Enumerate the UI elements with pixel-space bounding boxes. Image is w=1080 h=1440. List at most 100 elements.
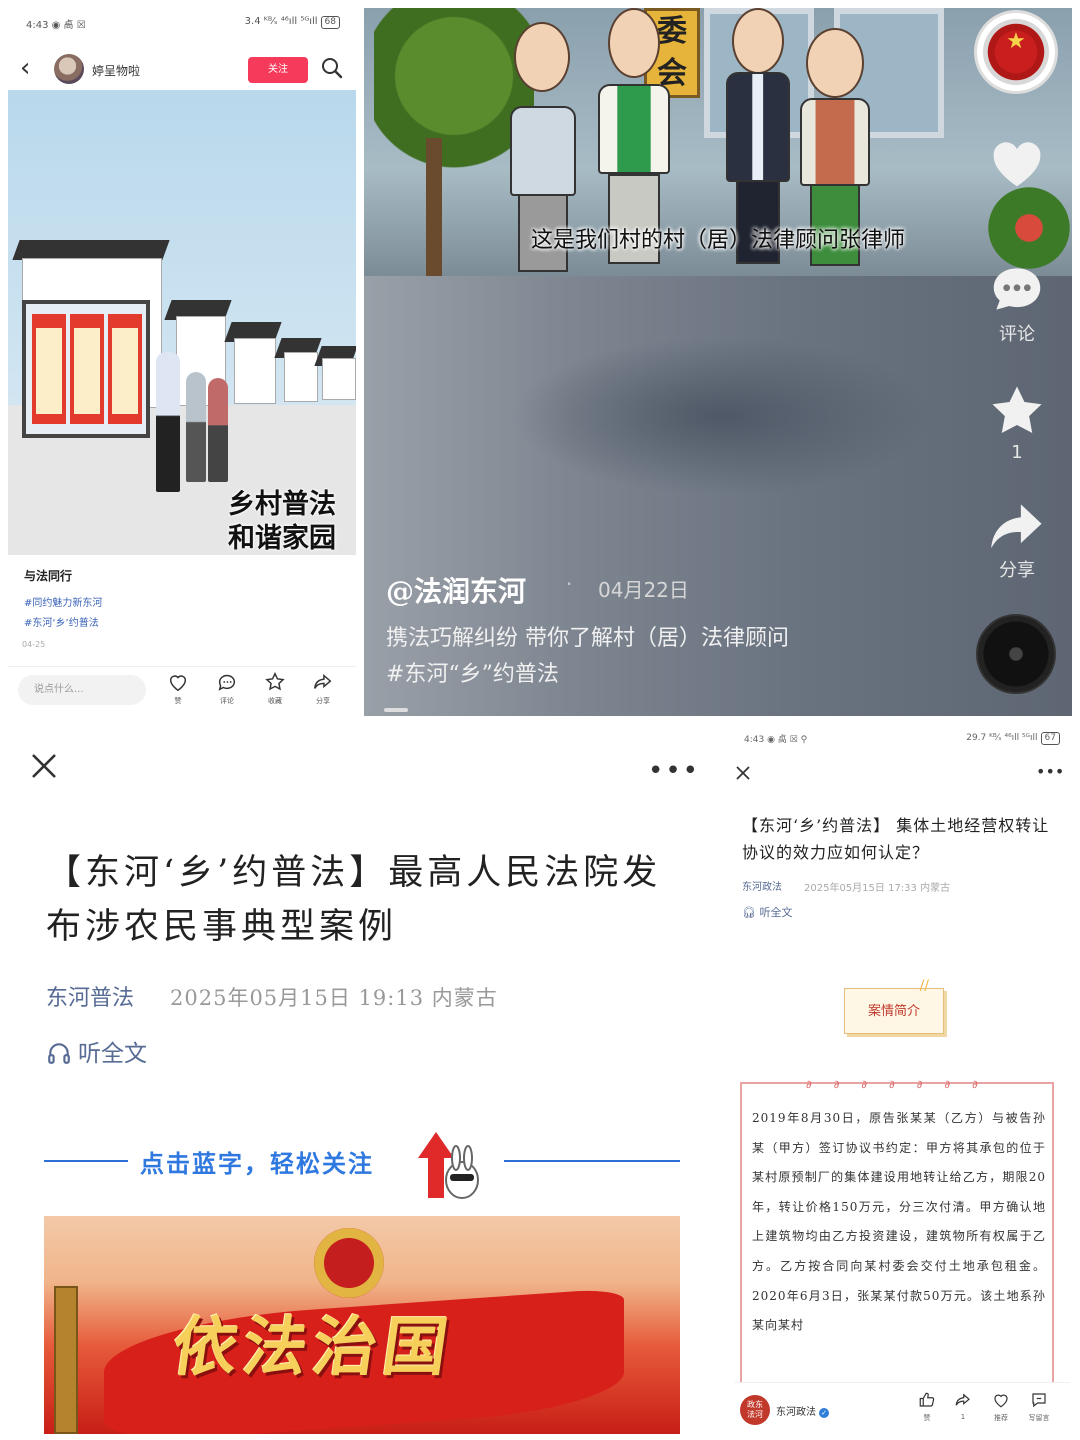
comment-label: 评论 [999,324,1035,345]
house [322,358,356,400]
house [284,352,318,402]
like-label: 赞 [923,1414,931,1422]
share-label: 分享 [316,697,330,705]
article-panel-small: 4:43 ◉ 卨 ☒ ⚲ 29.7 ᴷᴮ⁄ₛ ⁴⁶ıll ⁵ᴳıll 67 •••… [734,726,1070,1440]
thumbs-up-icon [919,1392,935,1407]
like-button[interactable]: 赞 [910,1391,944,1423]
poster [108,314,142,424]
account-name[interactable]: 东河政法 ✓ [776,1403,829,1418]
divider-line [504,1160,680,1162]
share-label: 分享 [999,560,1035,581]
hashtag-link[interactable]: #东河‘乡’约普法 [24,614,99,629]
close-icon[interactable] [28,750,60,782]
comment-icon [993,268,1041,310]
case-summary-tab: // 案情简介 [844,979,944,1034]
heart-icon [993,142,1041,187]
post-image[interactable]: 乡村普法 和谐家园 [8,90,356,555]
close-icon[interactable] [734,764,752,782]
hashtag-link[interactable]: #同约魅力新东河 [24,594,102,609]
poster [32,314,66,424]
search-icon[interactable] [320,56,344,80]
avatar[interactable] [54,54,84,84]
cartoon-head [732,8,784,74]
cartoon-body [726,72,790,182]
share-button[interactable]: 1 [946,1391,980,1421]
binder-rings: ∂∂∂∂∂∂∂ [806,1078,1000,1091]
video-date: 04月22日 [598,578,689,602]
more-options-icon[interactable]: ••• [648,756,700,786]
share-arrow-icon [991,504,1042,549]
tree-trunk [426,138,442,276]
person-figure [208,378,228,482]
user-name[interactable]: 婷呈物啦 [92,62,140,79]
favorite-button[interactable]: 1 [980,380,1054,463]
article-source[interactable]: 东河普法 [46,980,134,1012]
poster [70,314,104,424]
follow-prompt[interactable]: 点击蓝字，轻松关注 [140,1144,374,1179]
signal-info: 3.4 ᴷᴮ⁄ₛ ⁴⁶ıll ⁵ᴳıll [244,16,318,27]
signal-info: 29.7 ᴷᴮ⁄ₛ ⁴⁶ıll ⁵ᴳıll [966,733,1038,743]
decoration-icon: // [919,978,929,994]
article-source[interactable]: 东河政法 [742,878,782,893]
recommend-button[interactable]: 推荐 [984,1391,1018,1423]
divider-line [44,1160,128,1162]
comment-button[interactable]: 评论 [209,671,245,706]
status-bar: 4:43 ◉ 卨 ☒ ⚲ 29.7 ᴷᴮ⁄ₛ ⁴⁶ıll ⁵ᴳıll 67 [734,726,1070,750]
video-panel[interactable]: 委会 这是我们村的村（居）法律顾问张律师 ★ 评论 1 分享 @法润东河 · 0… [364,8,1072,716]
music-disc-icon[interactable] [976,614,1056,694]
national-emblem-icon [314,1228,384,1298]
case-body-text: 2019年8月30日，原告张某某（乙方）与被告孙某（甲方）签订协议书约定：甲方将… [752,1111,1046,1333]
comment-icon [218,674,236,691]
collect-label: 收藏 [268,697,282,705]
like-button[interactable] [980,132,1054,198]
person-figure [156,352,180,492]
account-logo[interactable]: 政东 法河 [740,1395,770,1425]
account-logo-text: 政东 法河 [747,1400,763,1419]
video-hashtag[interactable]: #东河“乡”约普法 [386,656,559,688]
status-right: 29.7 ᴷᴮ⁄ₛ ⁴⁶ıll ⁵ᴳıll 67 [966,732,1060,745]
share-button[interactable]: 分享 [980,494,1054,582]
comment-icon [1032,1393,1046,1408]
cartoon-head [514,22,570,92]
post-title: 与法同行 [24,569,73,583]
article-action-bar: 政东 法河 东河政法 ✓ 赞 1 推荐 写留言 [734,1382,1070,1440]
social-post-panel: 4:43 ◉ 卨 ☒ 3.4 ᴷᴮ⁄ₛ ⁴⁶ıll ⁵ᴳıll 68 ‹ 婷呈物啦… [8,8,356,714]
back-icon[interactable]: ‹ [20,55,44,82]
follow-button[interactable]: 关注 [248,57,308,83]
like-button[interactable]: 赞 [160,671,196,706]
collect-button[interactable]: 收藏 [257,671,293,706]
author-avatar[interactable]: ★ [974,10,1058,94]
write-comment-label: 写留言 [1028,1414,1050,1422]
bulletin-board [22,300,150,438]
cartoon-body [800,98,870,186]
battery-icon: 67 [1040,732,1060,745]
image-caption-line: 和谐家园 [228,523,336,554]
listen-button[interactable]: 🎧︎ 听全文 [742,904,792,920]
share-icon [314,673,332,689]
video-author[interactable]: @法润东河 [386,570,526,610]
case-summary-label: 案情简介 [867,1004,920,1019]
status-left: 4:43 ◉ 卨 ☒ ⚲ [744,735,808,745]
battery-icon: 68 [320,16,340,29]
comment-button[interactable]: 评论 [980,258,1054,346]
image-caption: 乡村普法 和谐家园 [228,488,336,555]
star-icon [992,386,1042,433]
star-icon [265,672,285,691]
image-caption-line: 乡村普法 [228,489,336,520]
share-button[interactable]: 分享 [305,671,341,706]
post-action-bar: 说点什么... 赞 评论 收藏 分享 [8,666,356,714]
comment-input[interactable]: 说点什么... [18,675,146,705]
emblem-icon: ★ [983,19,1049,85]
person-figure [186,372,206,482]
more-options-icon[interactable]: ••• [1036,762,1064,781]
status-left: 4:43 ◉ 卨 ☒ [26,20,86,31]
post-date: 04-25 [22,640,46,649]
video-subtitle: 这是我们村的村（居）法律顾问张律师 [530,228,905,253]
heart-icon [994,1394,1008,1408]
heart-icon [169,675,187,692]
listen-button[interactable]: 听全文 [46,1034,147,1068]
verified-icon: ✓ [819,1408,829,1418]
video-progress-bar[interactable] [384,708,408,712]
write-comment-button[interactable]: 写留言 [1022,1391,1056,1423]
cartoon-body [510,106,576,196]
